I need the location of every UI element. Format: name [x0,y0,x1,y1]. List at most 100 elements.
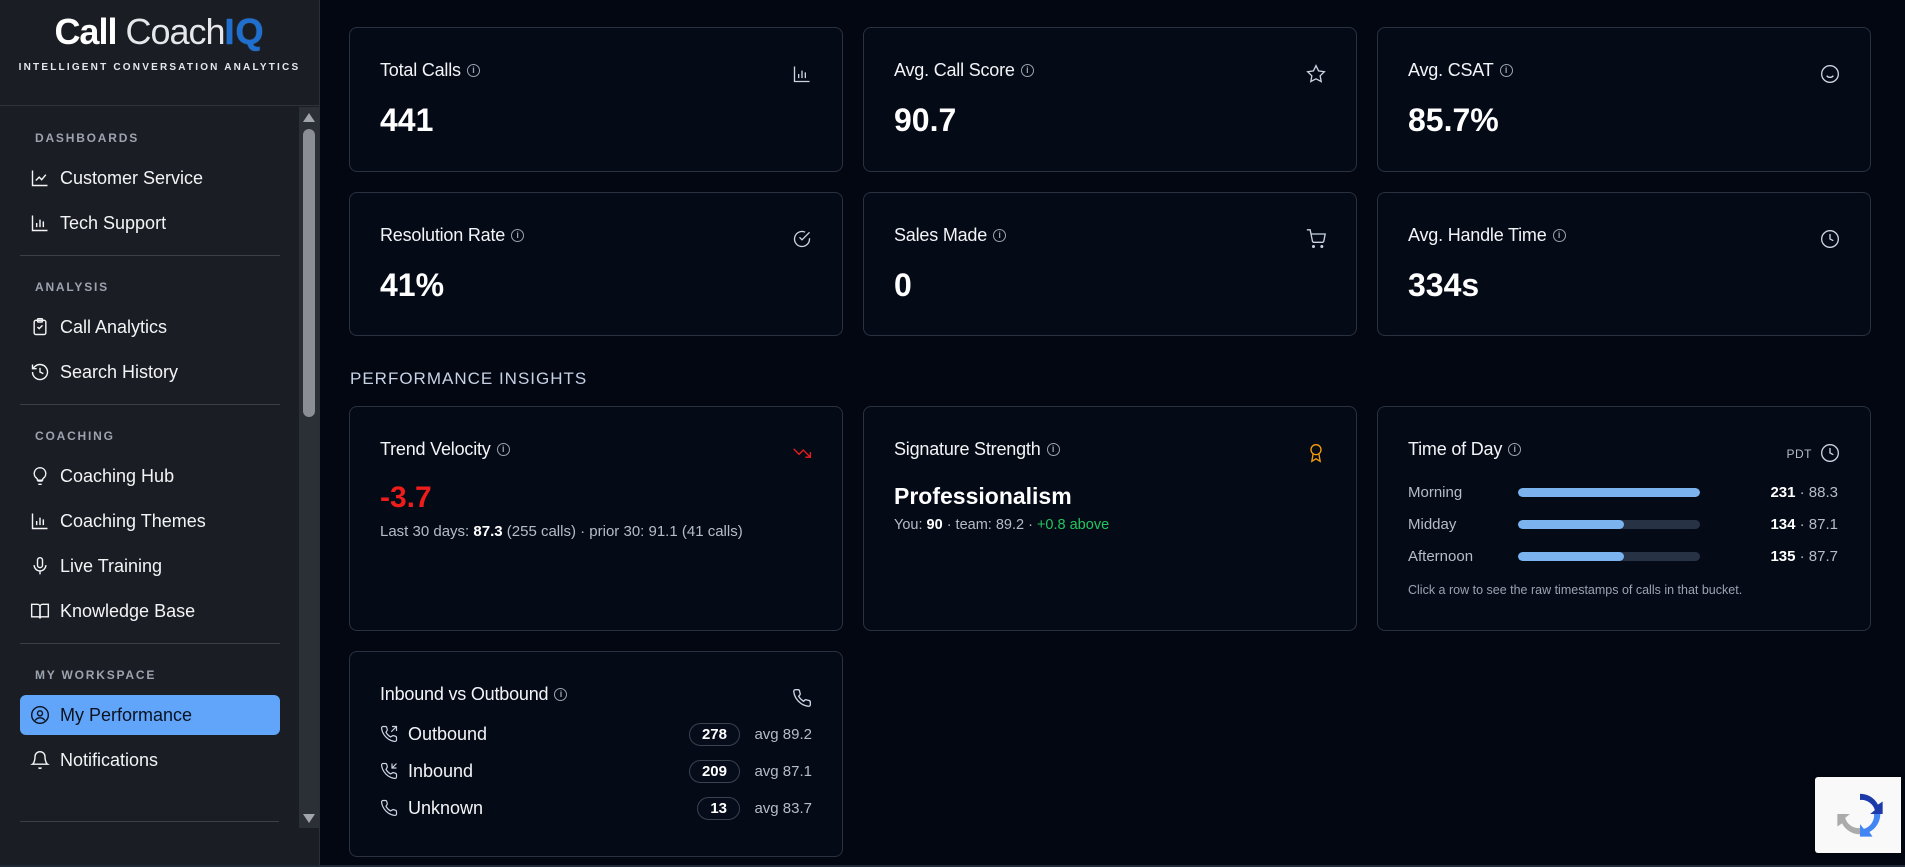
sidebar: Call CoachIQ INTELLIGENT CONVERSATION AN… [0,0,320,867]
card-title: Trend Velocity i [380,439,510,460]
info-icon[interactable]: i [496,443,510,456]
kpi-value: 41% [380,267,445,303]
time-of-day-hint: Click a row to see the raw timestamps of… [1408,583,1743,597]
info-icon[interactable]: i [1020,64,1034,77]
card-title: Inbound vs Outbound i [380,684,568,705]
kpi-value: 0 [894,267,912,303]
scroll-thumb[interactable] [303,129,315,417]
info-icon[interactable]: i [1046,443,1060,456]
trend-recent-calls: (255 calls) · prior 30: 91.1 (41 calls) [502,523,743,540]
io-label: Outbound [408,723,488,744]
sidebar-item-my-performance[interactable]: My Performance [20,695,280,735]
sidebar-item-customer-service[interactable]: Customer Service [20,158,280,198]
logo[interactable]: Call CoachIQ [0,12,319,52]
card-trend-velocity: Trend Velocity i -3.7 Last 30 days: 87.3 … [349,406,843,631]
time-of-day-row-midday[interactable]: Midday 134 · 87.1 [1408,514,1838,534]
lightbulb-icon [33,466,47,486]
info-icon[interactable]: i [511,229,525,242]
card-title-text: Signature Strength [894,439,1041,459]
scroll-up-arrow-icon[interactable] [303,113,315,122]
kpi-value: 90.7 [894,102,957,138]
kpi-title-text: Avg. Call Score [894,60,1015,80]
main-content: Total Calls i 441 Avg. Call Score i 90.7 A… [320,0,1905,867]
kpi-title: Avg. Handle Time i [1408,225,1566,246]
nav-section-dashboards: DASHBOARDS Customer Service Tech Support [0,107,300,243]
info-icon[interactable]: i [1508,443,1522,456]
phone-icon [792,688,812,708]
nav-section-title: COACHING [35,429,115,443]
award-icon [1306,443,1326,463]
time-of-day-row-morning[interactable]: Morning 231 · 88.3 [1408,482,1838,502]
tod-bar-fill [1518,519,1624,529]
phone-icon [380,799,398,817]
logo-call: Call [54,11,117,52]
check-circle-icon [792,229,812,249]
tod-label: Afternoon [1408,547,1474,565]
time-of-day-row-afternoon[interactable]: Afternoon 135 · 87.7 [1408,546,1838,566]
kpi-value: 441 [380,102,434,138]
info-icon[interactable]: i [993,229,1007,242]
history-icon [31,363,49,381]
sidebar-item-label: My Performance [60,704,193,725]
card-title-text: Time of Day [1408,439,1503,459]
card-title: Time of Day i [1408,439,1522,460]
io-avg: avg 89.2 [754,725,812,743]
scroll-down-arrow-icon[interactable] [303,814,315,823]
kpi-title: Avg. Call Score i [894,60,1034,81]
io-row-inbound[interactable]: Inbound 209 avg 87.1 [380,757,812,785]
kpi-title-text: Resolution Rate [380,225,506,245]
trend-value: -3.7 [380,481,432,514]
io-avg: avg 83.7 [754,799,812,817]
io-label: Unknown [408,797,484,818]
tod-label: Morning [1408,483,1463,501]
tod-bar-fill [1518,551,1624,561]
tod-label: Midday [1408,515,1457,533]
sig-you-value: 90 [926,517,943,533]
tod-stats: 231 · 88.3 [1770,484,1838,501]
info-icon[interactable]: i [554,688,568,701]
smile-icon [1820,64,1840,84]
io-count: 278 [688,722,740,746]
sidebar-item-coaching-themes[interactable]: Coaching Themes [20,501,280,541]
sidebar-item-search-history[interactable]: Search History [20,352,280,392]
logo-iq: IQ [224,11,265,52]
sidebar-item-call-analytics[interactable]: Call Analytics [20,307,280,347]
sidebar-item-tech-support[interactable]: Tech Support [20,203,280,243]
brand-header: Call CoachIQ INTELLIGENT CONVERSATION AN… [0,0,319,106]
trend-recent: 87.3 [473,523,503,540]
sidebar-scrollbar[interactable] [299,107,319,828]
sidebar-item-coaching-hub[interactable]: Coaching Hub [20,456,280,496]
tod-bar-fill [1518,487,1700,497]
kpi-card-resolution-rate: Resolution Rate i 41% [349,192,843,336]
tod-bar [1518,487,1700,497]
sidebar-item-notifications[interactable]: Notifications [20,740,280,780]
microphone-icon [33,556,47,575]
kpi-card-avg-handle-time: Avg. Handle Time i 334s [1377,192,1871,336]
sidebar-nav: DASHBOARDS Customer Service Tech Support… [0,107,300,831]
star-icon [1306,64,1326,84]
kpi-title: Sales Made i [894,225,1007,246]
cart-icon [1306,229,1326,249]
sidebar-item-label: Live Training [60,555,163,576]
io-row-outbound[interactable]: Outbound 278 avg 89.2 [380,720,812,748]
io-row-unknown[interactable]: Unknown 13 avg 83.7 [380,794,812,822]
bar-chart-icon [31,513,48,530]
info-icon[interactable]: i [1499,64,1513,77]
kpi-title: Resolution Rate i [380,225,525,246]
kpi-card-sales-made: Sales Made i 0 [863,192,1357,336]
nav-section-title: MY WORKSPACE [35,668,157,682]
io-label: Inbound [408,760,474,781]
info-icon[interactable]: i [1552,229,1566,242]
kpi-value: 85.7% [1408,102,1499,138]
recaptcha-badge[interactable] [1815,777,1901,853]
card-signature-strength: Signature Strength i Professionalism You:… [863,406,1357,631]
info-icon[interactable]: i [466,64,480,77]
tod-avg: · 88.3 [1795,483,1838,501]
bar-chart-icon [792,64,812,84]
kpi-title-text: Total Calls [380,60,461,80]
sidebar-item-knowledge-base[interactable]: Knowledge Base [20,591,280,631]
sidebar-item-label: Coaching Hub [60,465,175,486]
sidebar-item-live-training[interactable]: Live Training [20,546,280,586]
tod-calls: 135 [1770,547,1796,565]
tod-avg: · 87.7 [1795,547,1838,565]
